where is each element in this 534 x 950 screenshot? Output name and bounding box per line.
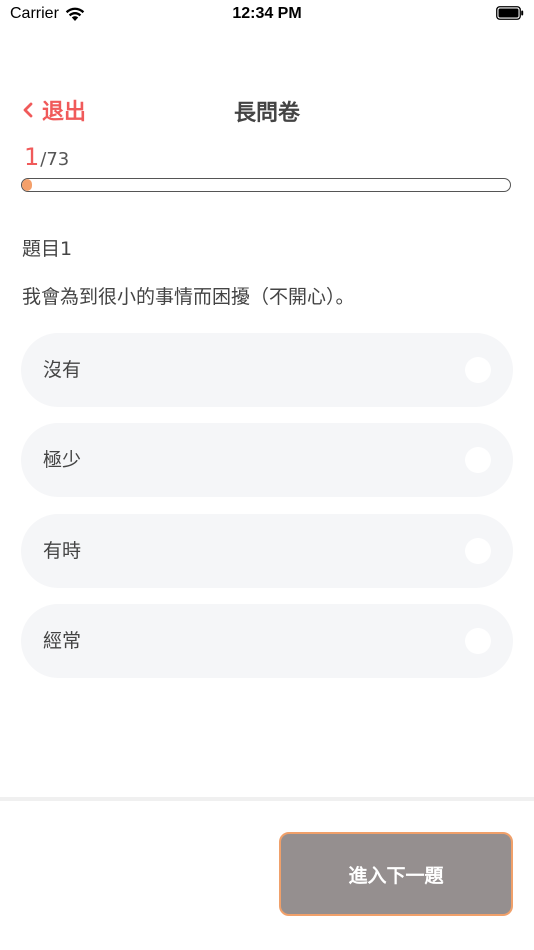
option-often[interactable]: 經常 — [21, 604, 513, 678]
option-label: 沒有 — [43, 359, 82, 381]
progress-total: 73 — [46, 149, 70, 170]
status-time: 12:34 PM — [232, 5, 302, 22]
progress-counter: 1 / 73 — [24, 143, 69, 171]
radio-button[interactable] — [465, 628, 491, 654]
radio-button[interactable] — [465, 357, 491, 383]
option-none[interactable]: 沒有 — [21, 333, 513, 407]
question-text: 我會為到很小的事情而困擾（不開心）。 — [22, 286, 355, 308]
question-number: 題目1 — [22, 238, 73, 260]
option-label: 極少 — [43, 449, 82, 471]
battery-icon — [496, 6, 524, 20]
option-label: 經常 — [43, 630, 82, 652]
option-label: 有時 — [43, 540, 82, 562]
bottom-divider — [0, 797, 534, 801]
next-question-button[interactable]: 進入下一題 — [279, 832, 513, 916]
page-title: 長問卷 — [233, 101, 300, 126]
progress-bar — [21, 178, 511, 192]
radio-button[interactable] — [465, 447, 491, 473]
radio-button[interactable] — [465, 538, 491, 564]
progress-bar-fill — [22, 179, 32, 191]
progress-current: 1 — [24, 143, 40, 171]
option-rarely[interactable]: 極少 — [21, 423, 513, 497]
status-bar: Carrier 12:34 PM — [0, 0, 534, 28]
option-sometimes[interactable]: 有時 — [21, 514, 513, 588]
